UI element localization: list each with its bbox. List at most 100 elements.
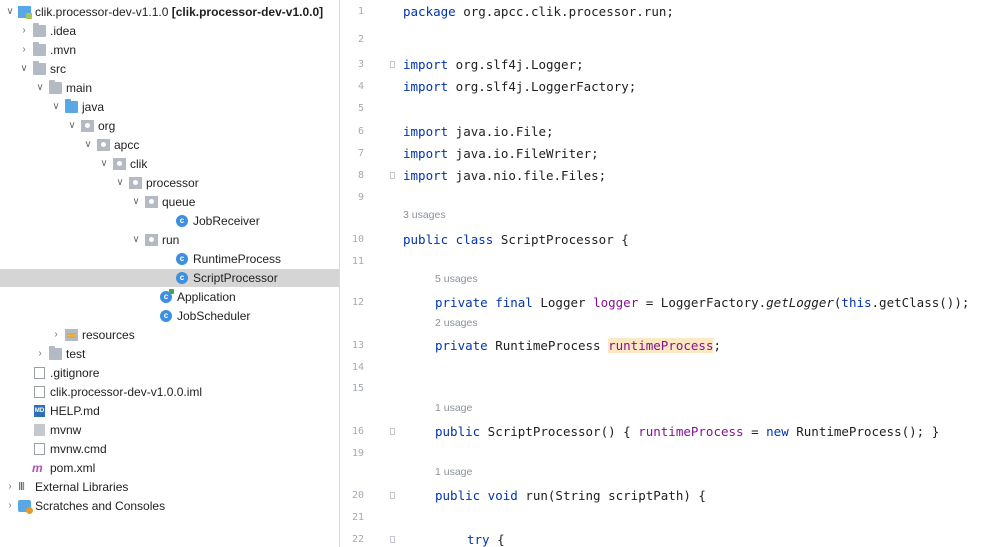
usage-hint[interactable]: 1 usage [435,465,472,479]
code-text: java.nio.file.Files; [448,168,607,183]
code-line: private final Logger logger = LoggerFact… [435,294,969,312]
module-icon [18,6,32,19]
tree-item-runtimeprocess[interactable]: c RuntimeProcess [0,250,339,268]
tree-item-resources[interactable]: › resources [0,326,339,344]
code-line: public ScriptProcessor() { runtimeProces… [435,423,939,441]
editor-gutter: 1 2 3 4 5 6 7 8 9 10 11 12 13 14 15 16 1… [340,0,396,547]
package-icon [113,158,126,170]
tree-item-clik[interactable]: ∨ clik [0,155,339,173]
chevron-right-icon[interactable]: › [18,22,30,40]
code-keyword: public [435,424,481,439]
tree-item-processor[interactable]: ∨ processor [0,174,339,192]
gitignore-file-icon [34,367,45,379]
chevron-down-icon[interactable]: ∨ [50,98,62,116]
tree-item-jobscheduler[interactable]: c JobScheduler [0,307,339,325]
class-icon: c [176,253,188,265]
chevron-right-icon[interactable]: › [34,345,46,363]
tree-item-jobreceiver[interactable]: c JobReceiver [0,212,339,230]
tree-item-idea[interactable]: › .idea [0,22,339,40]
tree-item-mvnw[interactable]: mvnw [0,421,339,439]
project-tree[interactable]: ∨ clik.processor-dev-v1.1.0 [clik.proces… [0,0,340,547]
tree-item-label: mvnw.cmd [50,442,107,456]
spring-app-class-icon: c [160,289,174,303]
tree-item-external-libraries[interactable]: › External Libraries [0,478,339,496]
tree-item-help-md[interactable]: MD HELP.md [0,402,339,420]
folder-icon [33,61,46,75]
class-icon: c [176,215,188,227]
chevron-right-icon[interactable]: › [4,478,16,496]
code-line: private RuntimeProcess runtimeProcess; [435,337,721,355]
tree-item-mvn[interactable]: › .mvn [0,41,339,59]
chevron-down-icon[interactable]: ∨ [114,174,126,192]
chevron-down-icon[interactable]: ∨ [82,136,94,154]
fold-marker-icon[interactable] [390,172,395,179]
tree-item-pom[interactable]: m pom.xml [0,459,339,477]
chevron-down-icon[interactable]: ∨ [34,79,46,97]
usage-hint[interactable]: 3 usages [403,208,446,222]
tree-item-queue[interactable]: ∨ queue [0,193,339,211]
line-number: 12 [351,297,364,308]
code-line: public void run(String scriptPath) { [435,487,706,505]
usage-hint[interactable]: 1 usage [435,401,472,415]
code-line: import java.io.File; [403,123,554,141]
chevron-right-icon[interactable]: › [4,497,16,515]
code-line: import org.slf4j.Logger; [403,56,584,74]
line-number: 14 [351,362,364,373]
tree-item-test[interactable]: › test [0,345,339,363]
tree-item-project-root[interactable]: ∨ clik.processor-dev-v1.1.0 [clik.proces… [0,3,339,21]
code-text: ScriptProcessor() { [480,424,639,439]
tree-item-application[interactable]: c Application [0,288,339,306]
usage-hint[interactable]: 2 usages [435,316,478,330]
tree-item-src[interactable]: ∨ src [0,60,339,78]
tree-item-scratches[interactable]: › Scratches and Consoles [0,497,339,515]
code-method: getLogger [766,295,834,310]
tree-item-run[interactable]: ∨ run [0,231,339,249]
tree-item-label: test [66,347,86,361]
tree-item-apcc[interactable]: ∨ apcc [0,136,339,154]
tree-item-java[interactable]: ∨ java [0,98,339,116]
fold-marker-icon[interactable] [390,492,395,499]
chevron-down-icon[interactable]: ∨ [98,155,110,173]
code-text: { [489,532,505,547]
source-folder-icon [65,99,78,113]
tree-item-iml[interactable]: clik.processor-dev-v1.0.0.iml [0,383,339,401]
line-number: 6 [357,126,364,137]
line-number: 19 [351,448,364,459]
tree-item-label: clik [130,157,148,171]
tree-item-org[interactable]: ∨ org [0,117,339,135]
code-editor[interactable]: package org.apcc.clik.processor.run; imp… [397,0,983,547]
tree-item-label: run [162,233,180,247]
line-number: 8 [357,170,364,181]
line-number: 7 [357,148,364,159]
line-number: 13 [351,340,364,351]
tree-item-scriptprocessor[interactable]: c ScriptProcessor [0,269,339,287]
project-name: clik.processor-dev-v1.1.0 [35,5,169,19]
fold-marker-icon[interactable] [390,536,395,543]
code-text: java.io.File; [448,124,554,139]
code-keyword: import [403,146,449,161]
chevron-down-icon[interactable]: ∨ [4,3,16,21]
chevron-down-icon[interactable]: ∨ [18,60,30,78]
chevron-right-icon[interactable]: › [50,326,62,344]
code-field: logger [593,295,639,310]
tree-item-label: src [50,62,66,76]
code-text: Logger [532,295,594,310]
fold-marker-icon[interactable] [390,61,395,68]
line-number: 5 [357,103,364,114]
code-line: package org.apcc.clik.processor.run; [403,3,674,21]
code-text: RuntimeProcess [487,338,609,353]
fold-marker-icon[interactable] [390,428,395,435]
tree-item-label: Application [177,290,236,304]
line-number: 9 [357,192,364,203]
resources-folder-icon [65,329,78,341]
chevron-down-icon[interactable]: ∨ [66,117,78,135]
line-number: 1 [357,6,364,17]
line-number: 15 [351,383,364,394]
tree-item-mvnw-cmd[interactable]: mvnw.cmd [0,440,339,458]
chevron-down-icon[interactable]: ∨ [130,231,142,249]
usage-hint[interactable]: 5 usages [435,272,478,286]
tree-item-main[interactable]: ∨ main [0,79,339,97]
chevron-down-icon[interactable]: ∨ [130,193,142,211]
tree-item-gitignore[interactable]: .gitignore [0,364,339,382]
chevron-right-icon[interactable]: › [18,41,30,59]
